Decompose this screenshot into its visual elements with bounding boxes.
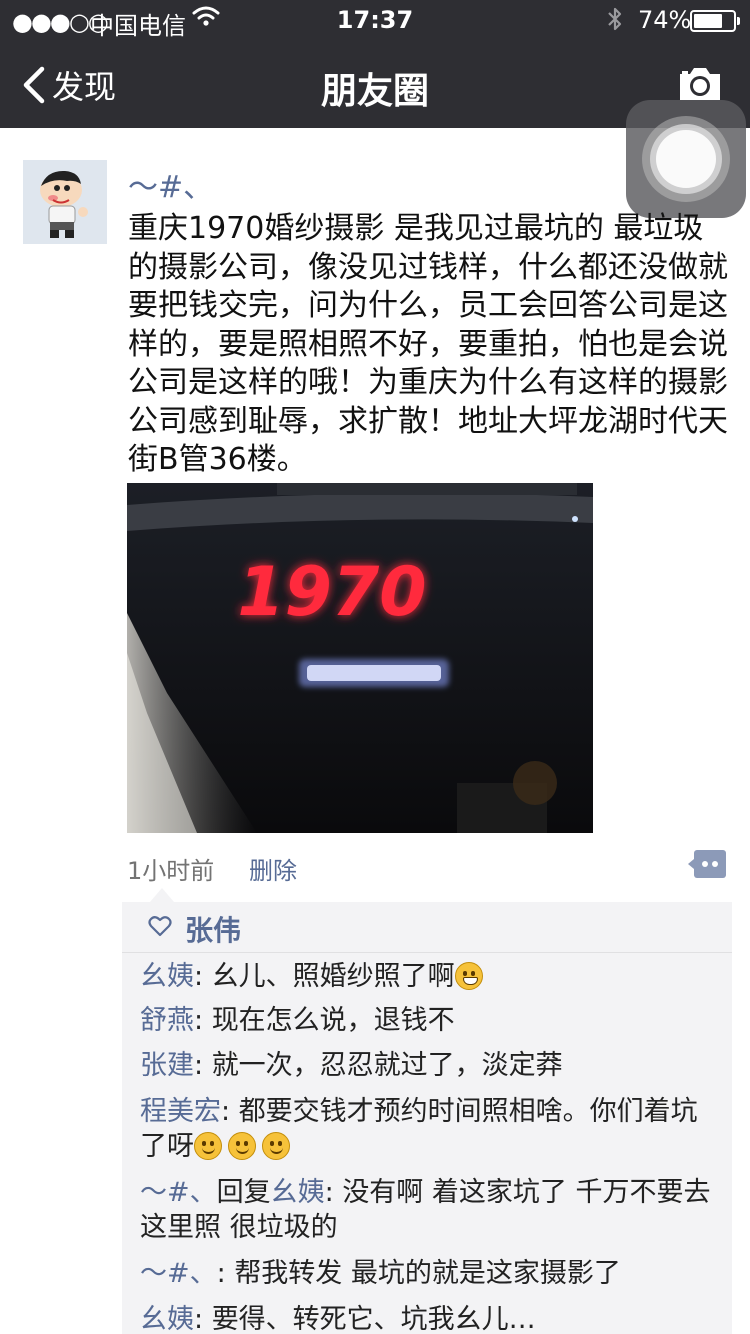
- post-text: 重庆1970婚纱摄影 是我见过最坑的 最垃圾的摄影公司，像没见过钱样，什么都还没…: [128, 211, 728, 477]
- liker-name[interactable]: 张伟: [185, 909, 241, 949]
- emoji-list: [194, 1131, 296, 1162]
- heart-icon: [148, 916, 172, 937]
- comment-author[interactable]: 张建: [140, 1050, 194, 1081]
- battery-icon: [690, 10, 740, 32]
- grinning-face-emoji-icon: [454, 962, 483, 990]
- post-author[interactable]: ～#、: [128, 162, 213, 206]
- camera-icon[interactable]: [676, 64, 724, 104]
- bluetooth-icon: [606, 6, 624, 38]
- assistive-touch-button[interactable]: [626, 100, 746, 218]
- comment-author[interactable]: 幺姨: [140, 1304, 194, 1334]
- comment-author[interactable]: 程美宏: [140, 1096, 221, 1127]
- comment-item[interactable]: 舒燕: 现在怎么说，退钱不: [140, 1003, 724, 1038]
- comment-text: 幺儿、照婚纱照了啊: [211, 961, 455, 992]
- comment-text: 现在怎么说，退钱不: [211, 1005, 455, 1036]
- neon-sign-photo: 1970: [127, 483, 593, 833]
- comment-more-icon[interactable]: [688, 850, 726, 878]
- cartoon-boy-avatar-image: [23, 160, 107, 244]
- status-bar: ●●●○○ 中国电信 17:37 74%: [0, 0, 750, 40]
- comment-item[interactable]: 程美宏: 都要交钱才预约时间照相啥。你们着坑了呀: [140, 1094, 724, 1164]
- moments-screen: ●●●○○ 中国电信 17:37 74% 发现 朋友圈 ～#、 重庆1970婚纱…: [0, 0, 750, 1334]
- reply-to-name[interactable]: 幺姨: [271, 1177, 325, 1208]
- comments-panel: 张伟 幺姨: 幺儿、照婚纱照了啊 舒燕: 现在怎么说，退钱不 张建: 就一次，忍…: [122, 888, 732, 1334]
- delete-button[interactable]: 删除: [249, 851, 297, 886]
- comment-author[interactable]: ～#、: [140, 1258, 217, 1289]
- neon-sign-text: 1970: [237, 553, 426, 632]
- comment-text: 就一次，忍忍就过了，淡定莽: [211, 1050, 563, 1081]
- battery-percent: 74%: [638, 6, 692, 34]
- post-time: 1小时前: [127, 857, 215, 885]
- battery-fill: [694, 14, 722, 28]
- comment-item[interactable]: 张建: 就一次，忍忍就过了，淡定莽: [140, 1048, 724, 1083]
- comment-author[interactable]: 幺姨: [140, 961, 194, 992]
- comment-author[interactable]: 舒燕: [140, 1005, 194, 1036]
- comment-text: 帮我转发 最坑的就是这家摄影了: [234, 1258, 621, 1289]
- comment-item[interactable]: 幺姨: 幺儿、照婚纱照了啊: [140, 959, 724, 994]
- thinking-face-emoji-icon: [228, 1132, 256, 1160]
- comment-item[interactable]: ～#、: 帮我转发 最坑的就是这家摄影了: [140, 1256, 724, 1291]
- emoji-list: [454, 961, 489, 992]
- comment-text: 要得、转死它、坑我幺儿…: [211, 1304, 536, 1334]
- thinking-face-emoji-icon: [262, 1132, 290, 1160]
- likes-row: 张伟: [122, 902, 732, 953]
- comment-author[interactable]: ～#、: [140, 1177, 217, 1208]
- reply-word: 回复: [216, 1177, 271, 1208]
- avatar[interactable]: [23, 160, 107, 244]
- thinking-face-emoji-icon: [194, 1132, 222, 1160]
- comment-item[interactable]: 幺姨: 要得、转死它、坑我幺儿…: [140, 1302, 724, 1334]
- post-photo[interactable]: 1970: [127, 483, 593, 833]
- comment-item[interactable]: ～#、回复幺姨: 没有啊 着这家坑了 千万不要去这里照 很垃圾的: [140, 1175, 724, 1245]
